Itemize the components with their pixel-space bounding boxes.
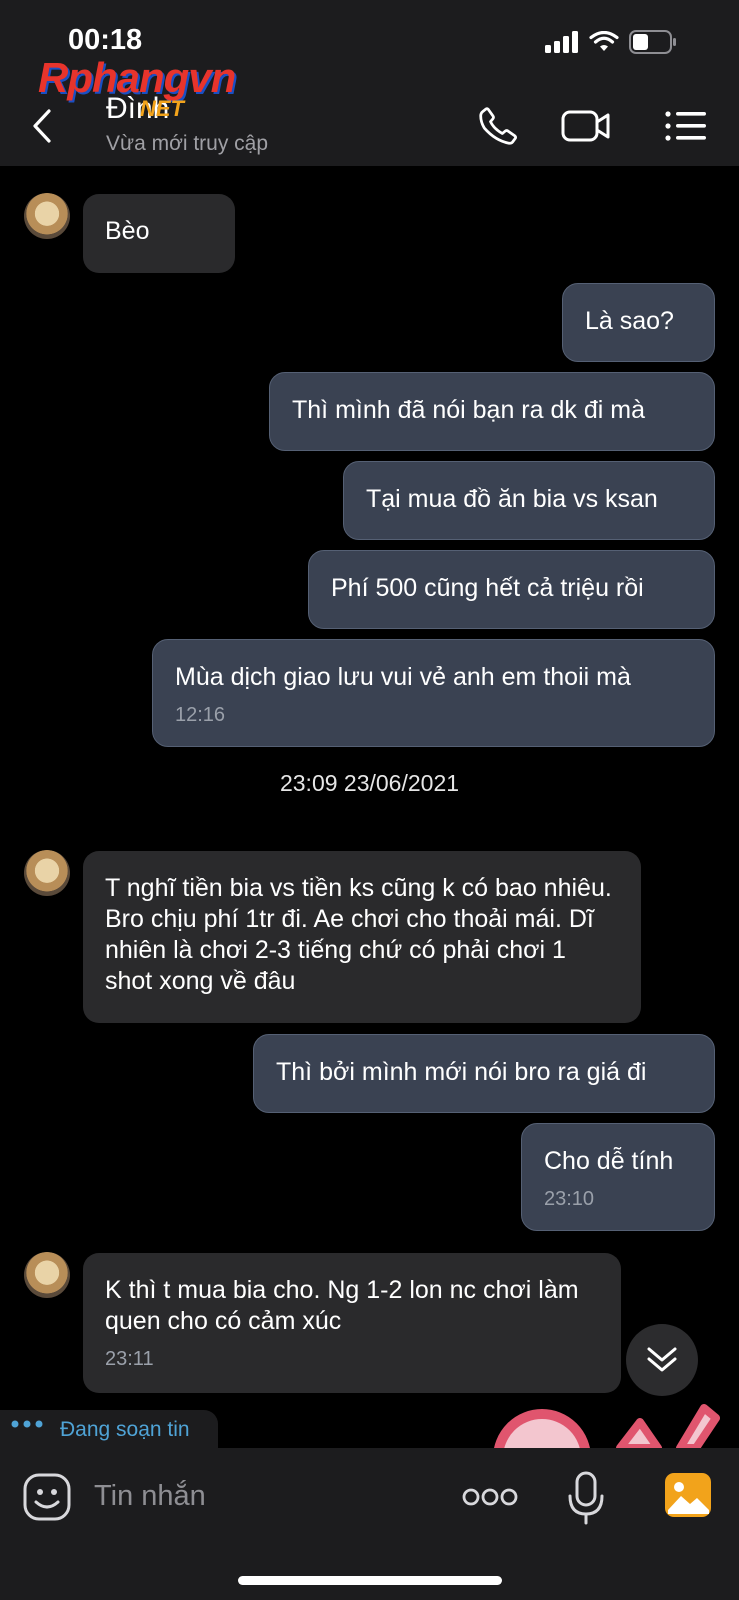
message-text: Tại mua đồ ăn bia vs ksan [366,485,658,513]
list-menu-icon [665,111,706,141]
signal-icon [545,31,578,53]
watermark-logo-suffix: NET [140,96,184,121]
watermark-logo: Rphangvn [38,54,236,101]
date-separator: 23:09 23/06/2021 [279,770,460,796]
sticker-image [494,1404,720,1448]
message-bubble-sent[interactable]: Thì mình đã nói bạn ra dk đi mà [269,372,715,451]
smiley-sticker-icon [23,1473,71,1521]
contact-avatar[interactable] [24,850,70,896]
gallery-button[interactable] [664,1472,712,1518]
message-text: T nghĩ tiền bia vs tiền ks cũng k có bao… [105,874,612,995]
menu-button[interactable] [658,98,714,154]
status-icons [545,30,677,54]
message-text: K thì t mua bia cho. Ng 1-2 lon nc chơi … [105,1276,579,1335]
status-time: 00:18 [68,24,143,56]
message-timestamp: 23:11 [105,1348,154,1370]
voice-call-button[interactable] [470,98,526,154]
message-text: Là sao? [585,307,674,335]
message-text: Phí 500 cũng hết cả triệu rồi [331,574,644,602]
message-input[interactable]: Tin nhắn [94,1480,206,1513]
contact-avatar[interactable] [24,193,70,239]
message-timestamp: 12:16 [175,704,226,726]
back-button[interactable] [14,98,70,154]
typing-label: Đang soạn tin [60,1418,190,1441]
microphone-icon [568,1471,604,1525]
scroll-to-bottom-button[interactable] [626,1324,698,1396]
sticker-preview[interactable] [490,1400,720,1448]
message-bubble-sent[interactable]: Thì bởi mình mới nói bro ra giá đi [253,1034,715,1113]
typing-indicator: Đang soạn tin [0,1410,218,1450]
message-bubble-sent[interactable]: Mùa dịch giao lưu vui vẻ anh em thoii mà… [152,639,715,747]
message-composer: Tin nhắn [0,1448,739,1600]
message-text: Mùa dịch giao lưu vui vẻ anh em thoii mà [175,663,631,691]
more-options-button[interactable] [462,1482,518,1512]
chevron-left-icon [33,109,51,143]
double-chevron-down-icon [647,1347,677,1372]
typing-dots-icon [11,1420,43,1428]
message-bubble-sent[interactable]: Cho dễ tính 23:10 [521,1123,715,1231]
voice-record-button[interactable] [566,1470,606,1526]
contact-avatar[interactable] [24,1252,70,1298]
message-bubble-sent[interactable]: Là sao? [562,283,715,362]
message-text: Bèo [105,217,150,245]
home-indicator[interactable] [238,1576,502,1585]
message-bubble-sent[interactable]: Phí 500 cũng hết cả triệu rồi [308,550,715,629]
more-dots-icon [462,1488,518,1506]
message-text: Cho dễ tính [544,1147,674,1175]
emoji-button[interactable] [22,1472,72,1522]
video-call-button[interactable] [558,98,614,154]
phone-icon [479,107,517,145]
message-timestamp: 23:10 [544,1188,595,1210]
video-camera-icon [561,110,610,142]
chat-header: 00:18 Đình Rphangvn NET Vừa mới truy cập [0,0,739,166]
battery-icon [629,30,676,54]
contact-status: Vừa mới truy cập [106,132,269,155]
message-bubble-sent[interactable]: Tại mua đồ ăn bia vs ksan [343,461,715,540]
message-text: Thì bởi mình mới nói bro ra giá đi [276,1058,647,1086]
message-bubble-received[interactable]: K thì t mua bia cho. Ng 1-2 lon nc chơi … [83,1253,621,1393]
message-text: Thì mình đã nói bạn ra dk đi mà [292,396,645,424]
wifi-icon [589,31,619,51]
message-bubble-received[interactable]: Bèo [83,194,235,273]
message-bubble-received[interactable]: T nghĩ tiền bia vs tiền ks cũng k có bao… [83,851,641,1023]
image-gallery-icon [665,1473,711,1517]
